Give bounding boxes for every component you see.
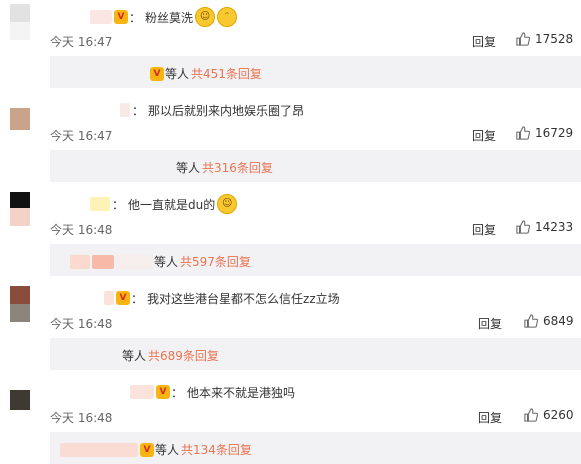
reply-count-link[interactable]: 共451条回复	[191, 65, 262, 82]
thumbs-up-icon	[524, 408, 538, 422]
thumbs-up-icon	[524, 314, 538, 328]
thread-prefix: 等人	[165, 67, 190, 81]
thread-prefix: 等人	[155, 443, 180, 457]
like-button[interactable]: 16729	[516, 126, 573, 140]
reply-count-link[interactable]: 共316条回复	[202, 159, 273, 176]
reply-thread[interactable]: 等人 共597条回复	[50, 244, 581, 276]
comment-time: 今天 16:47	[50, 35, 113, 49]
comment-time: 今天 16:48	[50, 411, 113, 425]
reply-button[interactable]: 回复	[472, 221, 496, 238]
reply-thread[interactable]: 等人 共689条回复	[50, 338, 581, 370]
vip-badge-icon: V	[114, 10, 128, 24]
smile-emoji-icon: ☺	[217, 194, 238, 214]
username[interactable]	[90, 10, 112, 24]
cat-emoji-icon: ᵔ	[217, 7, 238, 27]
comment-time: 今天 16:48	[50, 317, 113, 331]
thumbs-up-icon	[516, 220, 530, 234]
username[interactable]	[120, 103, 130, 117]
like-count: 14233	[535, 220, 574, 234]
vip-badge-icon: V	[116, 291, 130, 305]
comment-time: 今天 16:48	[50, 223, 113, 237]
comment-text: 粉丝莫洗	[145, 10, 194, 25]
comment-line: V ： 粉丝莫洗 ☺ ᵔ	[50, 7, 238, 27]
comment-line: V ： 他本来不就是港独吗	[50, 382, 295, 402]
avatar[interactable]	[10, 4, 30, 40]
comment-line: ： 他一直就是du的 ☺	[50, 194, 238, 214]
username[interactable]	[130, 385, 154, 399]
avatar[interactable]	[10, 192, 30, 228]
comment-meta: 今天 16:48 回复 6849	[50, 314, 580, 332]
like-count: 6260	[543, 408, 574, 422]
like-count: 17528	[535, 32, 574, 46]
username[interactable]	[104, 291, 114, 305]
thread-prefix: 等人	[154, 255, 179, 269]
reply-button[interactable]: 回复	[478, 409, 502, 426]
reply-thread[interactable]: V 等人 共451条回复	[50, 56, 581, 88]
vip-badge-icon: V	[140, 442, 154, 457]
reply-thread[interactable]: V 等人 共134条回复	[50, 432, 581, 464]
comment-line: ： 那以后就别来内地娱乐圈了昂	[50, 100, 304, 120]
vip-badge-icon: V	[150, 66, 164, 81]
like-count: 6849	[543, 314, 574, 328]
comment-text: 那以后就别来内地娱乐圈了昂	[148, 103, 305, 118]
reply-thread[interactable]: 等人 共316条回复	[50, 150, 581, 182]
comment-line: V ： 我对这些港台星都不怎么信任zz立场	[50, 288, 340, 308]
smirk-emoji-icon: ☺	[195, 7, 216, 27]
like-button[interactable]: 6849	[524, 314, 574, 328]
comment-meta: 今天 16:47 回复 17528	[50, 32, 580, 50]
reply-count-link[interactable]: 共134条回复	[181, 441, 252, 458]
reply-button[interactable]: 回复	[472, 127, 496, 144]
like-button[interactable]: 14233	[516, 220, 573, 234]
avatar[interactable]	[10, 380, 30, 416]
comment-text: 我对这些港台星都不怎么信任zz立场	[147, 291, 340, 306]
reply-count-link[interactable]: 共689条回复	[148, 347, 219, 364]
comment-meta: 今天 16:47 回复 16729	[50, 126, 580, 144]
comment-text: 他本来不就是港独吗	[187, 385, 296, 400]
vip-badge-icon: V	[156, 385, 170, 399]
like-button[interactable]: 17528	[516, 32, 573, 46]
comment-text: 他一直就是du的	[128, 197, 216, 212]
thread-prefix: 等人	[122, 349, 147, 363]
comment-time: 今天 16:47	[50, 129, 113, 143]
reply-button[interactable]: 回复	[478, 315, 502, 332]
avatar[interactable]	[10, 98, 30, 134]
comment-meta: 今天 16:48 回复 14233	[50, 220, 580, 238]
reply-button[interactable]: 回复	[472, 33, 496, 50]
thread-prefix: 等人	[176, 161, 201, 175]
avatar[interactable]	[10, 286, 30, 322]
like-button[interactable]: 6260	[524, 408, 574, 422]
username[interactable]	[90, 197, 110, 211]
like-count: 16729	[535, 126, 574, 140]
comment-meta: 今天 16:48 回复 6260	[50, 408, 580, 426]
thumbs-up-icon	[516, 126, 530, 140]
reply-count-link[interactable]: 共597条回复	[180, 253, 251, 270]
thumbs-up-icon	[516, 32, 530, 46]
